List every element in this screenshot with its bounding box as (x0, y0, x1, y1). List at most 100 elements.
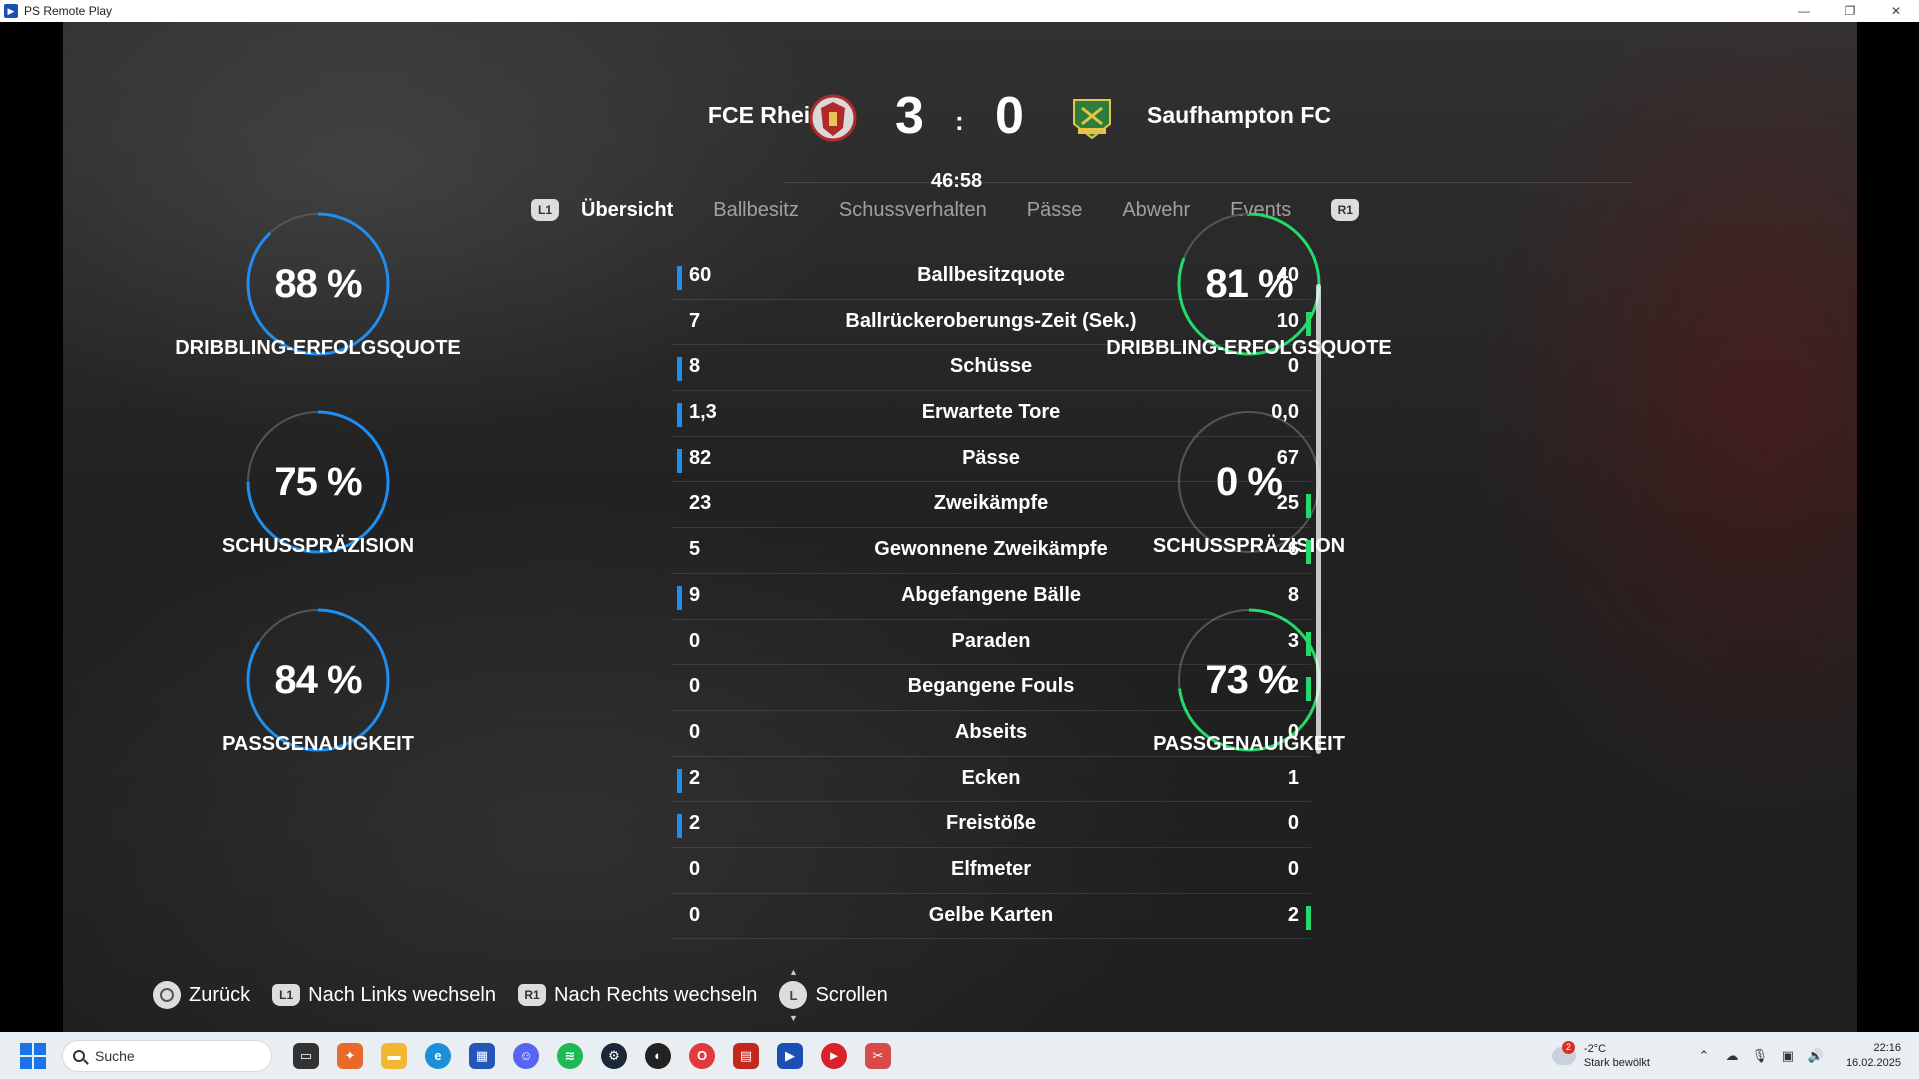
stat-name: Ecken (961, 766, 1021, 789)
window-title: PS Remote Play (24, 4, 113, 18)
stat-row: 2 Freistöße 0 (671, 802, 1311, 848)
app-icon[interactable]: ◐ (645, 1042, 671, 1069)
onedrive-icon[interactable]: ☁ (1722, 1046, 1742, 1066)
steam-icon[interactable]: ⚙ (601, 1042, 627, 1069)
taskbar-date: 16.02.2025 (1845, 1056, 1901, 1069)
stats-scrollbar[interactable] (1316, 284, 1321, 754)
spotify-icon[interactable]: ≋ (557, 1042, 583, 1069)
scroll-hint-label: Scrollen (815, 983, 888, 1006)
r1-button-icon[interactable]: R1 (1331, 199, 1360, 221)
minimize-icon[interactable]: — (1781, 0, 1827, 22)
stat-away-value: 8 (1287, 583, 1299, 606)
scoreboard: FCE Rheine 3 : 0 Saufhampton FC 46:58 (63, 62, 1857, 192)
cloud-icon: 2 (1551, 1040, 1576, 1065)
home-ring-value: 88 % (274, 261, 362, 306)
home-score: 3 (895, 87, 924, 145)
weather-description: Stark bewölkt (1583, 1056, 1650, 1069)
away-team-crest-icon (1073, 99, 1111, 140)
stat-row: 23 Zweikämpfe 25 (671, 482, 1311, 529)
stat-name: Pässe (962, 446, 1020, 469)
home-ring-1: 75 % (245, 409, 391, 555)
stat-away-value: 0 (1287, 720, 1299, 743)
volume-icon[interactable]: 🔊 (1806, 1046, 1826, 1066)
tab-possession[interactable]: Ballbesitz (713, 199, 799, 222)
stat-away-value: 0 (1287, 355, 1299, 378)
snipping-tool-icon[interactable]: ✂ (865, 1042, 891, 1069)
switch-left-hint[interactable]: L1 Nach Links wechseln (272, 984, 496, 1007)
away-score: 0 (995, 87, 1024, 145)
stat-row: 82 Pässe 67 (671, 437, 1311, 483)
l1-button-icon: L1 (272, 984, 301, 1006)
windows-start-icon[interactable] (20, 1042, 46, 1069)
scroll-hint[interactable]: L Scrollen (779, 967, 888, 1023)
chevron-up-icon[interactable]: ⌃ (1694, 1046, 1714, 1066)
stat-name: Elfmeter (950, 857, 1032, 880)
task-view-icon[interactable]: ▭ (293, 1042, 319, 1069)
home-ring-label: SCHUSSPRÄZISION (221, 535, 415, 557)
tab-passing[interactable]: Pässe (1027, 199, 1083, 222)
stat-name: Gelbe Karten (928, 903, 1054, 926)
divider (783, 182, 1633, 183)
tab-overview[interactable]: Übersicht (581, 199, 673, 222)
left-stick-icon: L (779, 967, 808, 1023)
stat-away-value: 67 (1276, 446, 1299, 469)
circle-button-icon (153, 981, 181, 1009)
window-controls: — ❐ ✕ (1781, 0, 1919, 22)
network-icon[interactable]: ▣ (1778, 1046, 1798, 1066)
weather-temperature: -2°C (1583, 1042, 1607, 1055)
stat-away-value: 10 (1276, 309, 1299, 332)
microsoft-store-icon[interactable]: ▦ (469, 1042, 495, 1069)
edge-browser-icon[interactable]: e (425, 1042, 451, 1069)
stat-row: 0 Gelbe Karten 2 (671, 894, 1311, 940)
taskbar-time: 22:16 (1873, 1041, 1901, 1054)
back-hint[interactable]: Zurück (153, 981, 250, 1009)
search-icon (73, 1049, 85, 1062)
restore-icon[interactable]: ❐ (1827, 0, 1873, 22)
match-stats-screen: FCE Rheine 3 : 0 Saufhampton FC 46:58 L1… (63, 22, 1857, 1032)
stat-name: Erwartete Tore (921, 401, 1061, 424)
stat-name: Ballrückeroberungs-Zeit (Sek.) (845, 309, 1137, 332)
stat-away-value: 2 (1287, 675, 1299, 698)
stat-row: 1,3 Erwartete Tore 0,0 (671, 391, 1311, 437)
media-player-icon[interactable]: ► (821, 1042, 847, 1069)
system-tray: 2 -2°C Stark bewölkt ⌃ ☁ 🎙 ▣ 🔊 22:16 16.… (1551, 1032, 1919, 1079)
away-team-name: Saufhampton FC (1147, 102, 1331, 128)
taskbar-clock[interactable]: 22:16 16.02.2025 (1846, 1041, 1901, 1071)
stat-row: 2 Ecken 1 (671, 757, 1311, 803)
stat-away-value: 25 (1276, 492, 1299, 515)
news-app-icon[interactable]: ▤ (733, 1042, 759, 1069)
ps-remote-play-icon: ▶ (4, 4, 18, 18)
window-title-bar: ▶ PS Remote Play — ❐ ✕ (0, 0, 1919, 22)
tab-shooting[interactable]: Schussverhalten (839, 199, 987, 222)
switch-right-hint[interactable]: R1 Nach Rechts wechseln (518, 984, 757, 1007)
copilot-icon[interactable]: ✦ (337, 1042, 363, 1069)
weather-widget[interactable]: 2 -2°C Stark bewölkt (1551, 1040, 1650, 1070)
close-icon[interactable]: ✕ (1873, 0, 1919, 22)
taskbar-search[interactable]: Suche (62, 1039, 272, 1072)
stat-row: 7 Ballrückeroberungs-Zeit (Sek.) 10 (671, 300, 1311, 346)
microphone-icon[interactable]: 🎙 (1750, 1046, 1770, 1066)
stat-name: Abseits (954, 720, 1028, 743)
stat-row: 0 Paraden 3 (671, 620, 1311, 666)
stat-row: 0 Begangene Fouls 2 (671, 665, 1311, 711)
stat-name: Paraden (951, 629, 1031, 652)
stat-name: Begangene Fouls (907, 675, 1075, 698)
pinned-apps: ▭ ✦ ▬ e ▦ ☺ ≋ ⚙ ◐ O ▤ ▶ ► ✂ (284, 1042, 900, 1069)
home-ring-2: 84 % (245, 607, 391, 753)
search-placeholder: Suche (95, 1047, 135, 1064)
stat-away-value: 6 (1287, 538, 1299, 561)
stat-away-value: 0 (1287, 857, 1299, 880)
ps-remote-play-taskbar-icon[interactable]: ▶ (777, 1042, 803, 1069)
windows-taskbar: Suche ▭ ✦ ▬ e ▦ ☺ ≋ ⚙ ◐ O ▤ ▶ ► ✂ 2 -2°C… (0, 1032, 1919, 1079)
home-ring-value: 84 % (274, 657, 362, 702)
r1-button-icon: R1 (518, 984, 546, 1006)
stat-away-value: 2 (1287, 903, 1299, 926)
stat-row: 0 Elfmeter 0 (671, 848, 1311, 894)
discord-icon[interactable]: ☺ (513, 1042, 539, 1069)
stat-name: Ballbesitzquote (917, 264, 1065, 286)
switch-left-label: Nach Links wechseln (308, 983, 496, 1006)
home-ring-label: PASSGENAUIGKEIT (222, 733, 414, 755)
l1-button-icon[interactable]: L1 (531, 199, 559, 221)
file-explorer-icon[interactable]: ▬ (381, 1042, 407, 1069)
opera-browser-icon[interactable]: O (689, 1042, 715, 1069)
